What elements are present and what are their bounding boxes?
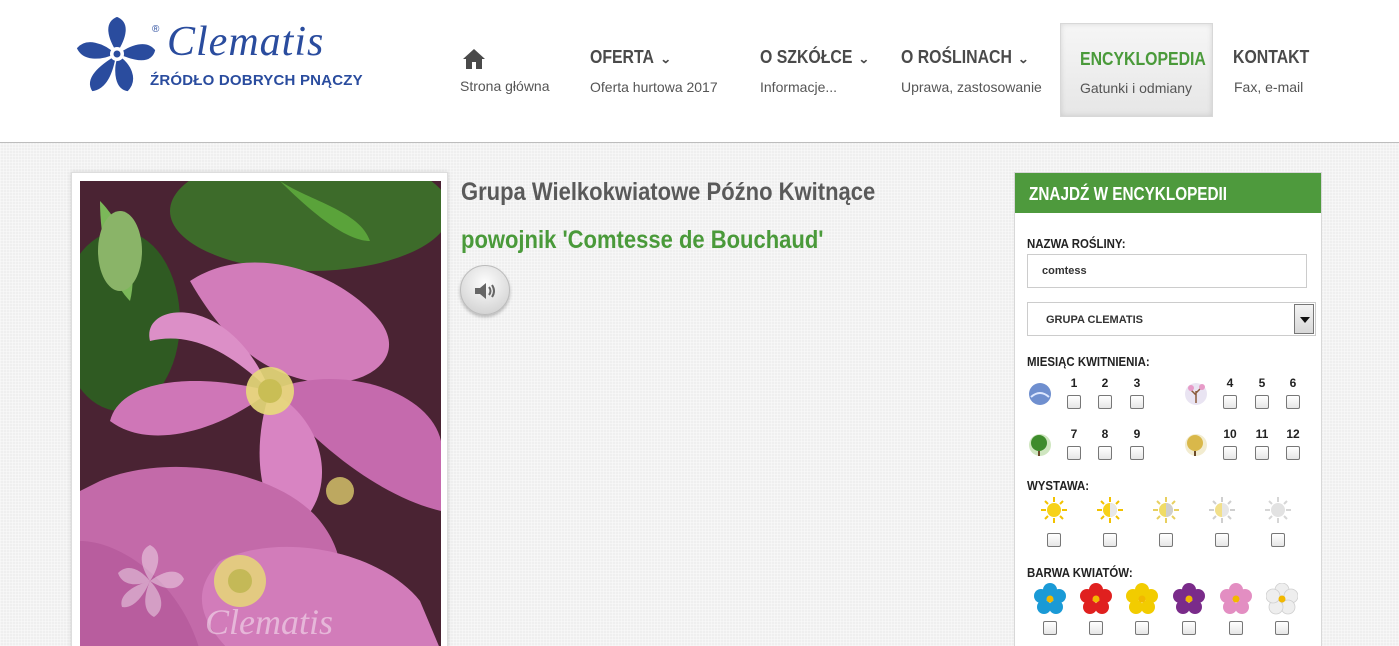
summer-icon — [1029, 434, 1051, 456]
month-number: 12 — [1286, 427, 1300, 441]
month-number: 1 — [1070, 376, 1078, 390]
exposure-checkbox-2[interactable] — [1103, 533, 1117, 547]
exposure-checkbox-1[interactable] — [1047, 533, 1061, 547]
plant-group-title: Grupa Wielkokwiatowe Późno Kwitnące — [461, 178, 876, 206]
speaker-icon — [475, 283, 495, 299]
month-number: 8 — [1101, 427, 1109, 441]
flower-color-label: BARWA KWIATÓW: — [1027, 565, 1133, 580]
clematis-group-select[interactable]: GRUPA CLEMATIS — [1027, 302, 1316, 336]
flower-pink-icon — [1220, 583, 1252, 614]
logo-wordmark: Clematis — [167, 19, 325, 65]
nav-label-o-szkolce: O SZKÓŁCE — [760, 47, 853, 67]
month-checkbox-9[interactable] — [1130, 446, 1144, 460]
nav-sub-home: Strona główna — [460, 78, 550, 94]
panel-header: ZNAJDŹ W ENCYKLOPEDII — [1015, 173, 1321, 213]
month-checkbox-12[interactable] — [1286, 446, 1300, 460]
registered-mark: ® — [152, 24, 160, 35]
spring-icon — [1185, 383, 1207, 405]
plant-photo[interactable]: Clematis — [80, 181, 441, 646]
nav-label-o-roslinach: O ROŚLINACH — [901, 47, 1012, 67]
chevron-down-icon: ⌄ — [1017, 52, 1030, 66]
color-checkbox-blue[interactable] — [1043, 621, 1057, 635]
nav-label-oferta: OFERTA — [590, 47, 654, 67]
clematis-photo-illustration — [80, 181, 441, 646]
nav-item-encyklopedia[interactable]: ENCYKLOPEDIA Gatunki i odmiany — [1060, 23, 1213, 117]
month-number: 2 — [1101, 376, 1109, 390]
plant-name-title: powojnik 'Comtesse de Bouchaud' — [461, 226, 824, 254]
month-checkbox-8[interactable] — [1098, 446, 1112, 460]
full-sun-icon — [1041, 497, 1067, 523]
month-number: 5 — [1258, 376, 1266, 390]
nav-title-kontakt: KONTAKT — [1233, 47, 1310, 67]
nav-title-o-szkolce: O SZKÓŁCE ⌄ — [760, 47, 870, 68]
encyclopedia-search-panel: ZNAJDŹ W ENCYKLOPEDII NAZWA ROŚLINY: GRU… — [1014, 172, 1322, 646]
month-label: MIESIĄC KWITNIENIA: — [1027, 354, 1150, 369]
nav-item-kontakt[interactable]: KONTAKT Fax, e-mail — [1220, 23, 1330, 117]
logo-tagline: ŹRÓDŁO DOBRYCH PNĄCZY — [150, 72, 363, 89]
exposure-checkbox-5[interactable] — [1271, 533, 1285, 547]
month-number: 7 — [1070, 427, 1078, 441]
audio-play-button[interactable] — [460, 265, 510, 315]
home-icon — [463, 49, 485, 69]
color-checkbox-red[interactable] — [1089, 621, 1103, 635]
month-number: 3 — [1133, 376, 1141, 390]
nav-sub-kontakt: Fax, e-mail — [1234, 79, 1304, 95]
partial-shade-icon — [1209, 497, 1235, 523]
plant-name-label: NAZWA ROŚLINY: — [1027, 236, 1126, 251]
chevron-down-icon: ⌄ — [858, 52, 870, 66]
month-checkbox-1[interactable] — [1067, 395, 1081, 409]
clematis-flower-logo-icon — [75, 15, 157, 93]
site-logo[interactable]: ® Clematis ŹRÓDŁO DOBRYCH PNĄCZY — [72, 14, 363, 100]
month-checkbox-2[interactable] — [1098, 395, 1112, 409]
flower-yellow-icon — [1126, 583, 1158, 614]
month-checkbox-11[interactable] — [1255, 446, 1269, 460]
nav-title-oferta: OFERTA ⌄ — [590, 47, 672, 68]
nav-sub-oferta: Oferta hurtowa 2017 — [590, 79, 718, 95]
plant-name-input[interactable] — [1027, 254, 1307, 288]
nav-item-oferta[interactable]: OFERTA ⌄ Oferta hurtowa 2017 — [575, 23, 735, 117]
autumn-icon — [1185, 434, 1207, 456]
site-header: ® Clematis ŹRÓDŁO DOBRYCH PNĄCZY Strona … — [0, 0, 1399, 143]
flower-blue-icon — [1034, 583, 1066, 614]
nav-item-o-szkolce[interactable]: O SZKÓŁCE ⌄ Informacje... — [745, 23, 875, 117]
nav-item-home[interactable]: Strona główna — [445, 23, 565, 117]
clematis-group-select-value: GRUPA CLEMATIS — [1046, 314, 1143, 326]
shade-icon — [1265, 497, 1291, 523]
month-checkbox-7[interactable] — [1067, 446, 1081, 460]
sun-partial-icon — [1097, 497, 1123, 523]
color-checkbox-purple[interactable] — [1182, 621, 1196, 635]
plant-photo-card: Clematis — [71, 172, 448, 646]
flower-red-icon — [1080, 583, 1112, 614]
exposure-checkbox-4[interactable] — [1215, 533, 1229, 547]
nav-sub-o-szkolce: Informacje... — [760, 79, 838, 95]
nav-sub-o-roslinach: Uprawa, zastosowanie — [901, 79, 1042, 95]
nav-sub-encyklopedia: Gatunki i odmiany — [1080, 80, 1193, 96]
exposure-checkbox-3[interactable] — [1159, 533, 1173, 547]
exposure-label: WYSTAWA: — [1027, 478, 1090, 493]
winter-icon — [1029, 383, 1051, 405]
chevron-down-icon: ⌄ — [659, 52, 672, 66]
month-number: 9 — [1133, 427, 1141, 441]
color-checkbox-white[interactable] — [1275, 621, 1289, 635]
month-number: 6 — [1289, 376, 1297, 390]
nav-item-o-roslinach[interactable]: O ROŚLINACH ⌄ Uprawa, zastosowanie — [886, 23, 1056, 117]
panel-heading: ZNAJDŹ W ENCYKLOPEDII — [1029, 184, 1228, 204]
nav-title-o-roslinach: O ROŚLINACH ⌄ — [901, 47, 1030, 68]
month-checkbox-6[interactable] — [1286, 395, 1300, 409]
month-number: 4 — [1226, 376, 1234, 390]
flower-purple-icon — [1173, 583, 1205, 614]
month-number: 11 — [1255, 427, 1269, 441]
color-checkbox-pink[interactable] — [1229, 621, 1243, 635]
month-checkbox-5[interactable] — [1255, 395, 1269, 409]
month-checkbox-4[interactable] — [1223, 395, 1237, 409]
month-checkbox-3[interactable] — [1130, 395, 1144, 409]
color-checkbox-yellow[interactable] — [1135, 621, 1149, 635]
half-shade-icon — [1153, 497, 1179, 523]
flower-white-icon — [1266, 583, 1298, 615]
chevron-down-icon[interactable] — [1294, 304, 1314, 334]
nav-title-encyklopedia: ENCYKLOPEDIA — [1080, 49, 1206, 69]
photo-watermark: Clematis — [205, 602, 334, 642]
month-checkbox-10[interactable] — [1223, 446, 1237, 460]
month-number: 10 — [1223, 427, 1237, 441]
